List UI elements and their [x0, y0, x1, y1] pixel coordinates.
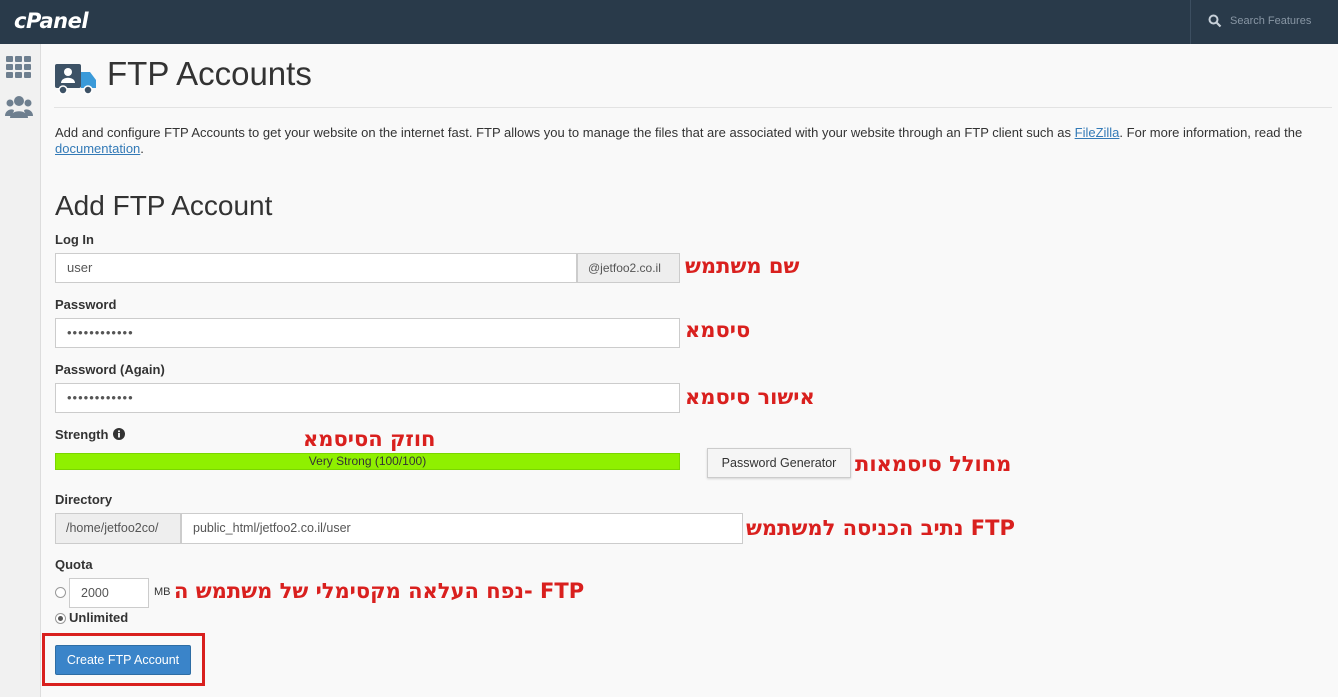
highlight-box	[42, 633, 205, 686]
top-bar: cPanel Search Features	[0, 0, 1338, 44]
quota-unit: MB	[154, 586, 171, 598]
documentation-link[interactable]: documentation	[55, 141, 140, 156]
directory-input[interactable]: public_html/jetfoo2.co.il/user	[181, 513, 743, 544]
section-title: Add FTP Account	[55, 190, 273, 221]
quota-limited-radio[interactable]	[55, 587, 66, 598]
password-generator-button[interactable]: Password Generator	[707, 448, 851, 478]
quota-label: Quota	[55, 557, 93, 572]
directory-label: Directory	[55, 492, 113, 507]
directory-prefix: /home/jetfoo2co/	[55, 513, 181, 544]
password-label: Password	[55, 297, 117, 312]
domain-suffix: @jetfoo2.co.il	[577, 253, 680, 283]
users-icon[interactable]	[5, 94, 33, 120]
quota-input[interactable]: 2000	[69, 578, 149, 608]
annotation-generator: מחולל סיסמאות	[855, 452, 1012, 476]
strength-label: Strength	[55, 427, 109, 442]
annotation-username: שם משתמש	[685, 254, 800, 278]
annotation-confirm-password: אישור סיסמא	[685, 385, 815, 409]
annotation-quota: נפח העלאה מקסימלי של משתמש ה- FTP	[174, 579, 585, 603]
unlimited-label: Unlimited	[69, 610, 129, 625]
strength-meter: Very Strong (100/100)	[55, 453, 680, 470]
search-icon	[1208, 14, 1222, 28]
annotation-strength: חוזק הסיסמא	[303, 427, 436, 451]
password-again-input[interactable]: ••••••••••••	[55, 383, 680, 413]
grid-icon[interactable]	[5, 54, 33, 80]
filezilla-link[interactable]: FileZilla	[1075, 125, 1120, 140]
password-input[interactable]: ••••••••••••	[55, 318, 680, 348]
ftp-truck-icon	[55, 64, 96, 95]
page-description: Add and configure FTP Accounts to get yo…	[55, 125, 1303, 156]
search-input[interactable]: Search Features	[1230, 15, 1311, 27]
annotation-password: סיסמא	[685, 318, 751, 342]
quota-unlimited-radio[interactable]	[55, 613, 66, 624]
cpanel-logo[interactable]: cPanel	[14, 9, 89, 33]
annotation-directory: נתיב הכניסה למשתמש FTP	[746, 516, 1015, 540]
password-again-label: Password (Again)	[55, 362, 165, 377]
sidebar	[0, 44, 41, 697]
info-icon[interactable]	[113, 428, 125, 440]
login-label: Log In	[55, 232, 94, 247]
login-input[interactable]: user	[55, 253, 577, 283]
page-title: FTP Accounts	[107, 55, 312, 92]
divider	[54, 107, 1332, 108]
